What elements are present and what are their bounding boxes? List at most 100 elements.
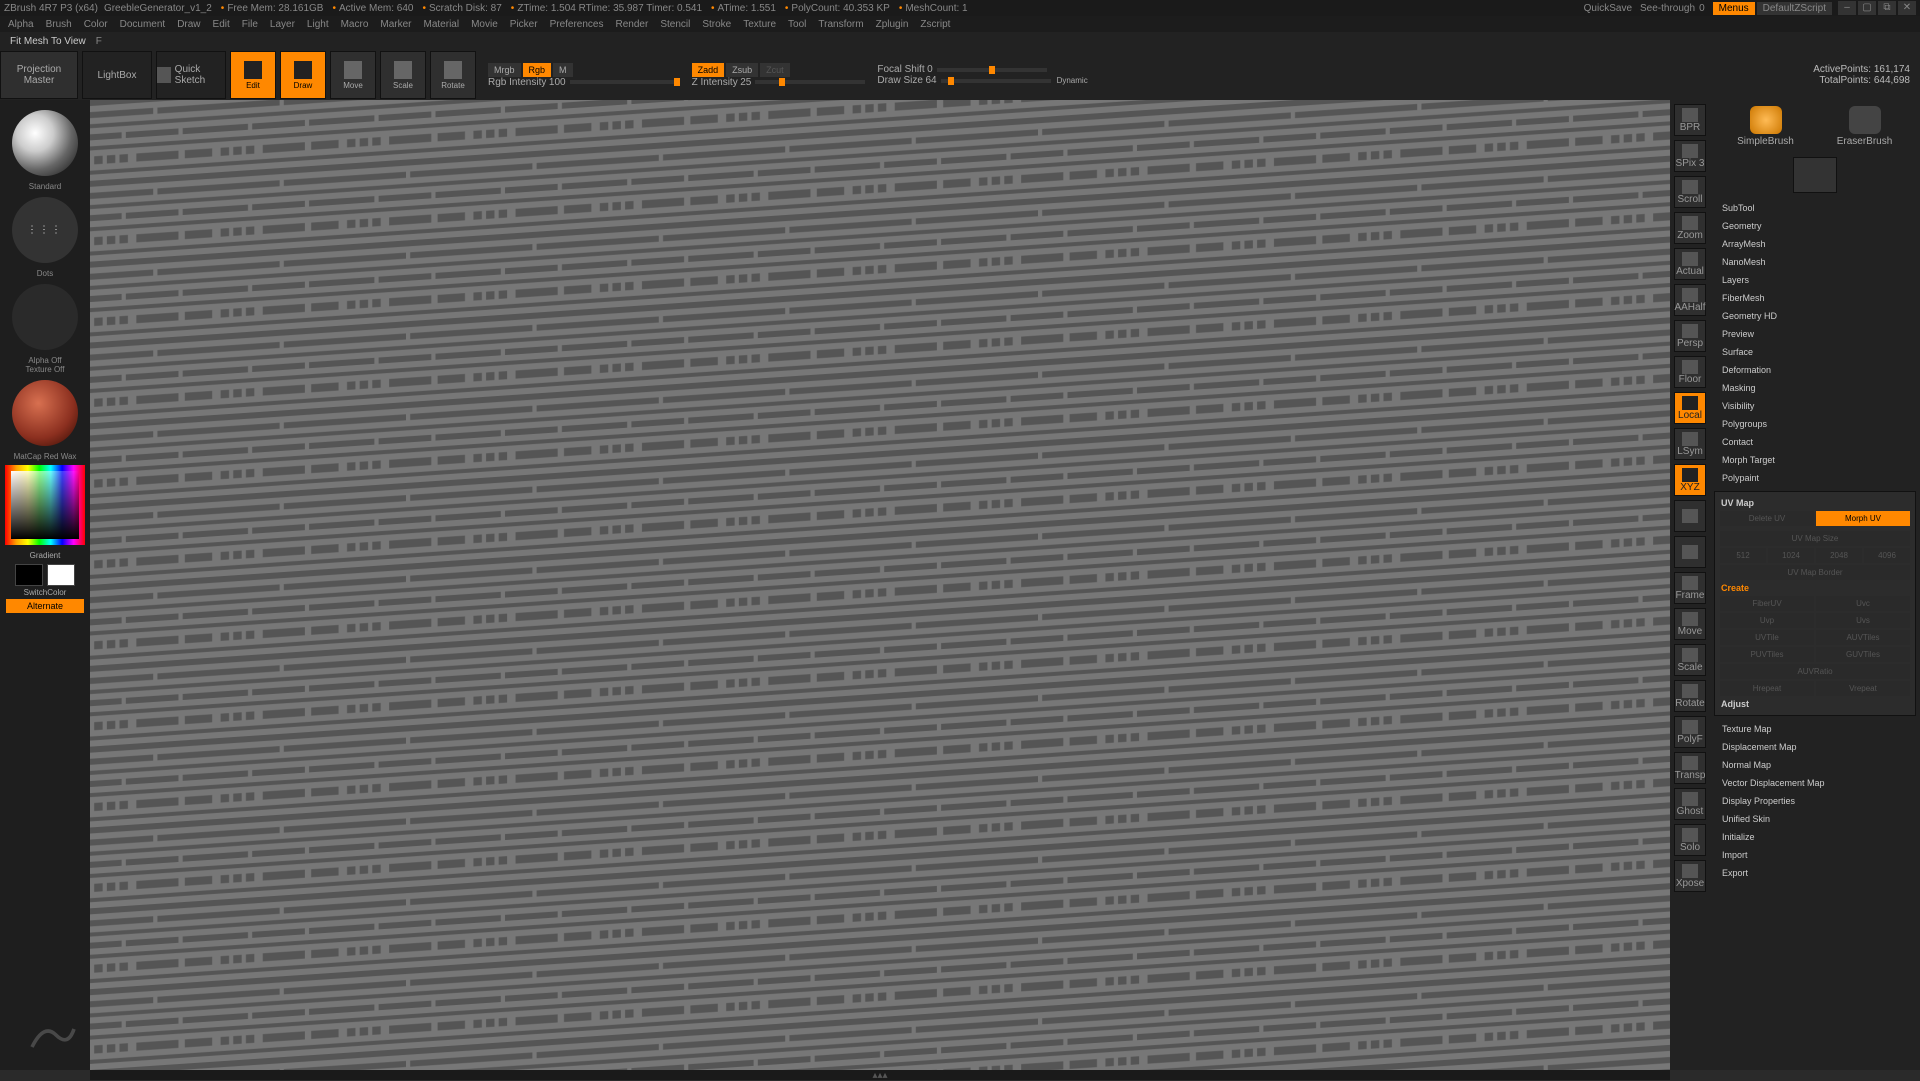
- rgb-button[interactable]: Rgb: [523, 63, 552, 77]
- rtray-blank[interactable]: [1674, 500, 1706, 532]
- panel-item-geometry-hd[interactable]: Geometry HD: [1716, 307, 1914, 325]
- eraserbrush-button[interactable]: EraserBrush: [1835, 106, 1895, 147]
- rtray-scroll[interactable]: Scroll: [1674, 176, 1706, 208]
- menu-item[interactable]: Render: [616, 19, 649, 30]
- menu-item[interactable]: Macro: [341, 19, 369, 30]
- panel-item-visibility[interactable]: Visibility: [1716, 397, 1914, 415]
- alternate-button[interactable]: Alternate: [6, 599, 84, 613]
- menu-item[interactable]: Movie: [471, 19, 498, 30]
- focal-shift-slider[interactable]: [937, 68, 1047, 72]
- rtray-persp[interactable]: Persp: [1674, 320, 1706, 352]
- panel-item-polypaint[interactable]: Polypaint: [1716, 469, 1914, 487]
- draw-size-slider[interactable]: [941, 79, 1051, 83]
- menu-item[interactable]: Texture: [743, 19, 776, 30]
- brush-button[interactable]: [12, 110, 78, 176]
- menu-item[interactable]: Stencil: [660, 19, 690, 30]
- panel-item-deformation[interactable]: Deformation: [1716, 361, 1914, 379]
- menu-item[interactable]: Picker: [510, 19, 538, 30]
- draw-mode-button[interactable]: Draw: [280, 51, 326, 99]
- material-button[interactable]: [12, 380, 78, 446]
- script-button[interactable]: DefaultZScript: [1757, 2, 1832, 15]
- panel-item-geometry[interactable]: Geometry: [1716, 217, 1914, 235]
- panel-item-export[interactable]: Export: [1716, 864, 1914, 882]
- max-icon[interactable]: ▢: [1858, 1, 1876, 15]
- rtray-xyz[interactable]: XYZ: [1674, 464, 1706, 496]
- rtray-rotate[interactable]: Rotate: [1674, 680, 1706, 712]
- menu-item[interactable]: Document: [120, 19, 166, 30]
- delete-uv-button[interactable]: Delete UV: [1720, 511, 1814, 526]
- edit-mode-button[interactable]: Edit: [230, 51, 276, 99]
- menu-item[interactable]: File: [242, 19, 258, 30]
- panel-item-texture-map[interactable]: Texture Map: [1716, 720, 1914, 738]
- min-icon[interactable]: –: [1838, 1, 1856, 15]
- menu-item[interactable]: Alpha: [8, 19, 34, 30]
- bottom-handle[interactable]: ▴▴▴: [90, 1070, 1670, 1080]
- alpha-button[interactable]: [12, 284, 78, 350]
- menu-item[interactable]: Tool: [788, 19, 806, 30]
- rtray-move[interactable]: Move: [1674, 608, 1706, 640]
- rtray-lsym[interactable]: LSym: [1674, 428, 1706, 460]
- rtray-transp[interactable]: Transp: [1674, 752, 1706, 784]
- panel-item-nanomesh[interactable]: NanoMesh: [1716, 253, 1914, 271]
- morph-uv-button[interactable]: Morph UV: [1816, 511, 1910, 526]
- switchcolor-button[interactable]: SwitchColor: [4, 588, 86, 597]
- panel-item-vector-displacement-map[interactable]: Vector Displacement Map: [1716, 774, 1914, 792]
- secondary-color-swatch[interactable]: [47, 564, 75, 586]
- projection-master-button[interactable]: Projection Master: [0, 51, 78, 99]
- main-color-swatch[interactable]: [15, 564, 43, 586]
- menu-item[interactable]: Transform: [818, 19, 863, 30]
- menu-item[interactable]: Draw: [177, 19, 200, 30]
- rtray-blank[interactable]: [1674, 536, 1706, 568]
- menu-item[interactable]: Edit: [213, 19, 230, 30]
- tool-thumbnail[interactable]: [1793, 157, 1837, 193]
- menu-item[interactable]: Zplugin: [876, 19, 909, 30]
- panel-item-masking[interactable]: Masking: [1716, 379, 1914, 397]
- mrgb-button[interactable]: Mrgb: [488, 63, 521, 77]
- panel-item-surface[interactable]: Surface: [1716, 343, 1914, 361]
- viewport[interactable]: [90, 100, 1670, 1070]
- panel-item-polygroups[interactable]: Polygroups: [1716, 415, 1914, 433]
- rtray-spix 3[interactable]: SPix 3: [1674, 140, 1706, 172]
- panel-item-initialize[interactable]: Initialize: [1716, 828, 1914, 846]
- zadd-button[interactable]: Zadd: [692, 63, 725, 77]
- menu-item[interactable]: Color: [84, 19, 108, 30]
- rtray-xpose[interactable]: Xpose: [1674, 860, 1706, 892]
- z-intensity-slider[interactable]: [755, 80, 865, 84]
- menu-item[interactable]: Layer: [270, 19, 295, 30]
- simplebrush-button[interactable]: SimpleBrush: [1736, 106, 1796, 147]
- panel-item-fibermesh[interactable]: FiberMesh: [1716, 289, 1914, 307]
- rtray-bpr[interactable]: BPR: [1674, 104, 1706, 136]
- panel-item-unified-skin[interactable]: Unified Skin: [1716, 810, 1914, 828]
- quicksketch-button[interactable]: Quick Sketch: [156, 51, 226, 99]
- stroke-button[interactable]: [12, 197, 78, 263]
- panel-item-morph-target[interactable]: Morph Target: [1716, 451, 1914, 469]
- move-mode-button[interactable]: Move: [330, 51, 376, 99]
- menu-item[interactable]: Stroke: [702, 19, 731, 30]
- quicksave-button[interactable]: QuickSave: [1584, 3, 1632, 14]
- menu-item[interactable]: Zscript: [920, 19, 950, 30]
- rtray-aahalf[interactable]: AAHalf: [1674, 284, 1706, 316]
- panel-item-contact[interactable]: Contact: [1716, 433, 1914, 451]
- panel-item-displacement-map[interactable]: Displacement Map: [1716, 738, 1914, 756]
- panel-item-layers[interactable]: Layers: [1716, 271, 1914, 289]
- rtray-frame[interactable]: Frame: [1674, 572, 1706, 604]
- rtray-scale[interactable]: Scale: [1674, 644, 1706, 676]
- restore-icon[interactable]: ⧉: [1878, 1, 1896, 15]
- scale-mode-button[interactable]: Scale: [380, 51, 426, 99]
- zcut-button[interactable]: Zcut: [760, 63, 790, 77]
- rtray-ghost[interactable]: Ghost: [1674, 788, 1706, 820]
- rgb-intensity-slider[interactable]: [570, 80, 680, 84]
- menus-button[interactable]: Menus: [1713, 2, 1755, 15]
- rtray-floor[interactable]: Floor: [1674, 356, 1706, 388]
- color-picker[interactable]: [5, 465, 85, 545]
- menu-item[interactable]: Material: [424, 19, 460, 30]
- rtray-local[interactable]: Local: [1674, 392, 1706, 424]
- panel-item-display-properties[interactable]: Display Properties: [1716, 792, 1914, 810]
- rotate-mode-button[interactable]: Rotate: [430, 51, 476, 99]
- menu-item[interactable]: Marker: [380, 19, 411, 30]
- menu-item[interactable]: Brush: [46, 19, 72, 30]
- lightbox-button[interactable]: LightBox: [82, 51, 152, 99]
- rtray-solo[interactable]: Solo: [1674, 824, 1706, 856]
- panel-item-preview[interactable]: Preview: [1716, 325, 1914, 343]
- panel-item-subtool[interactable]: SubTool: [1716, 199, 1914, 217]
